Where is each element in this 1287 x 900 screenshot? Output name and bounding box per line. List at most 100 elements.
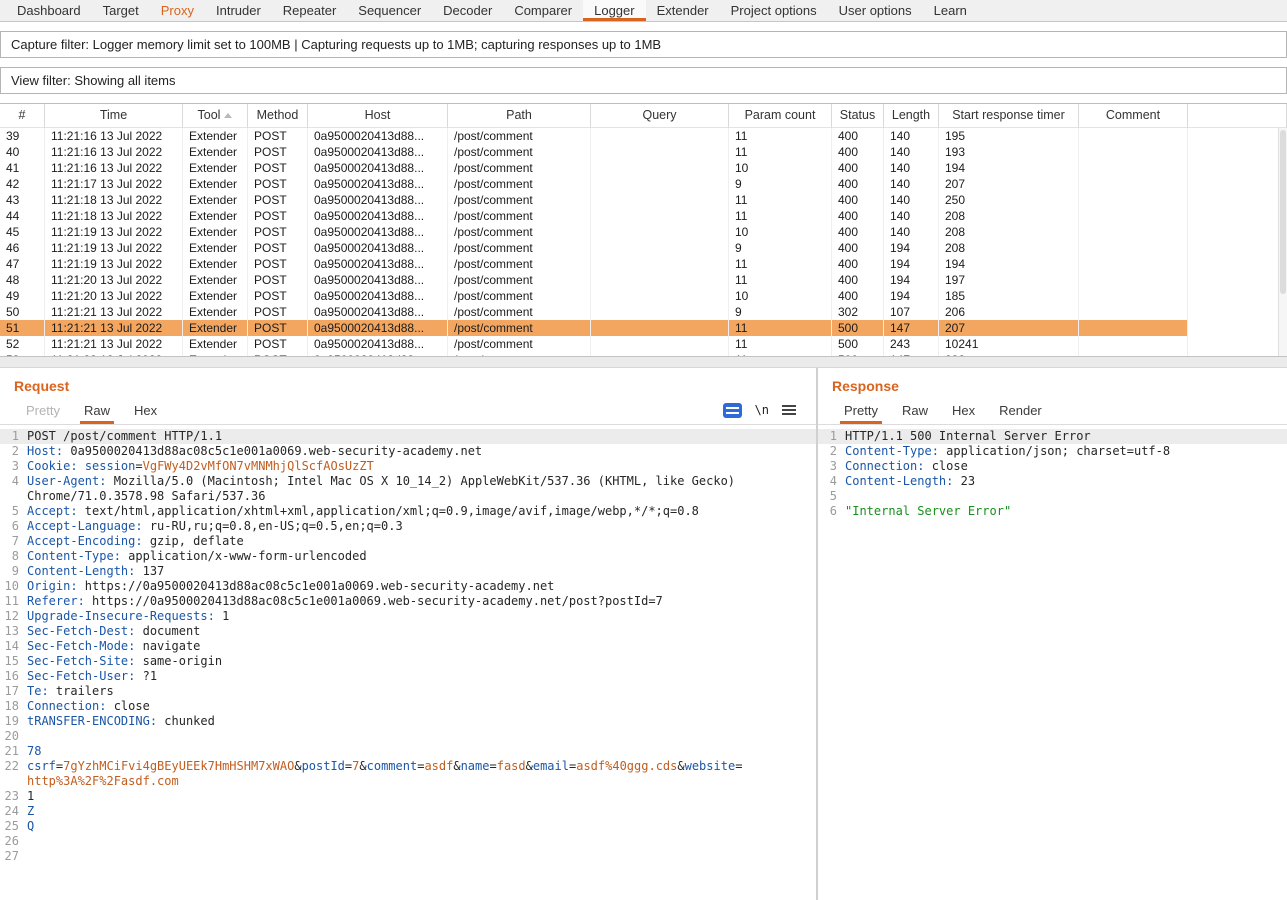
- column-header-comment[interactable]: Comment: [1079, 104, 1188, 128]
- request-panel: Request PrettyRawHex \n 1POST /post/comm…: [0, 368, 818, 900]
- line-content: Sec-Fetch-Dest: document: [27, 624, 212, 639]
- wrap-lines-icon[interactable]: [723, 403, 742, 418]
- table-row[interactable]: 4811:21:20 13 Jul 2022ExtenderPOST0a9500…: [0, 272, 1287, 288]
- tab-hex[interactable]: Hex: [940, 396, 987, 424]
- line-number: 4: [0, 474, 27, 504]
- table-row[interactable]: 5211:21:21 13 Jul 2022ExtenderPOST0a9500…: [0, 336, 1287, 352]
- view-filter-bar[interactable]: View filter: Showing all items: [0, 67, 1287, 94]
- horizontal-splitter[interactable]: [0, 356, 1287, 368]
- line-content: Q: [27, 819, 46, 834]
- line-content: Accept: text/html,application/xhtml+xml,…: [27, 504, 711, 519]
- newline-icon[interactable]: \n: [755, 403, 769, 417]
- line-number: 7: [0, 534, 27, 549]
- table-scrollbar[interactable]: [1278, 128, 1287, 356]
- tab-pretty[interactable]: Pretty: [14, 396, 72, 424]
- line-content: Sec-Fetch-User: ?1: [27, 669, 169, 684]
- column-header-status[interactable]: Status: [832, 104, 884, 128]
- line-content: HTTP/1.1 500 Internal Server Error: [845, 429, 1103, 444]
- tab-repeater[interactable]: Repeater: [272, 0, 347, 21]
- tab-dashboard[interactable]: Dashboard: [6, 0, 92, 21]
- menu-icon[interactable]: [782, 405, 796, 416]
- tab-comparer[interactable]: Comparer: [503, 0, 583, 21]
- column-header-host[interactable]: Host: [308, 104, 448, 128]
- table-row[interactable]: 4411:21:18 13 Jul 2022ExtenderPOST0a9500…: [0, 208, 1287, 224]
- editor-line: 11Referer: https://0a9500020413d88ac08c5…: [0, 594, 816, 609]
- line-content: Z: [27, 804, 46, 819]
- column-header-path[interactable]: Path: [448, 104, 591, 128]
- column-header-num[interactable]: #: [0, 104, 45, 128]
- capture-filter-bar[interactable]: Capture filter: Logger memory limit set …: [0, 31, 1287, 58]
- tab-intruder[interactable]: Intruder: [205, 0, 272, 21]
- capture-filter-text: Capture filter: Logger memory limit set …: [11, 37, 661, 52]
- table-row[interactable]: 4711:21:19 13 Jul 2022ExtenderPOST0a9500…: [0, 256, 1287, 272]
- line-content: Sec-Fetch-Mode: navigate: [27, 639, 212, 654]
- editor-line: 3Cookie: session=VgFWy4D2vMfON7vMNMhjQlS…: [0, 459, 816, 474]
- line-content: Cookie: session=VgFWy4D2vMfON7vMNMhjQlSc…: [27, 459, 386, 474]
- tab-raw[interactable]: Raw: [890, 396, 940, 424]
- tab-proxy[interactable]: Proxy: [150, 0, 205, 21]
- line-content: tRANSFER-ENCODING: chunked: [27, 714, 227, 729]
- tab-pretty[interactable]: Pretty: [832, 396, 890, 424]
- response-tab-row: PrettyRawHexRender: [818, 396, 1287, 425]
- table-row-selected[interactable]: 5111:21:21 13 Jul 2022ExtenderPOST0a9500…: [0, 320, 1287, 336]
- line-content: 78: [27, 744, 53, 759]
- column-header-length[interactable]: Length: [884, 104, 939, 128]
- table-row[interactable]: 4911:21:20 13 Jul 2022ExtenderPOST0a9500…: [0, 288, 1287, 304]
- line-content: [845, 489, 864, 504]
- table-row[interactable]: 5311:21:22 13 Jul 2022ExtenderPOST0a9500…: [0, 352, 1287, 356]
- line-content: Content-Type: application/x-www-form-url…: [27, 549, 379, 564]
- column-header-method[interactable]: Method: [248, 104, 308, 128]
- column-header-tool[interactable]: Tool: [183, 104, 248, 128]
- tab-project-options[interactable]: Project options: [720, 0, 828, 21]
- editor-line: 2Host: 0a9500020413d88ac08c5c1e001a0069.…: [0, 444, 816, 459]
- column-header-start-response-timer[interactable]: Start response timer: [939, 104, 1079, 128]
- editor-line: 4Content-Length: 23: [818, 474, 1287, 489]
- column-header-param-count[interactable]: Param count: [729, 104, 832, 128]
- response-editor[interactable]: 1HTTP/1.1 500 Internal Server Error2Cont…: [818, 425, 1287, 900]
- line-number: 2: [0, 444, 27, 459]
- table-row[interactable]: 5011:21:21 13 Jul 2022ExtenderPOST0a9500…: [0, 304, 1287, 320]
- tab-decoder[interactable]: Decoder: [432, 0, 503, 21]
- tab-logger[interactable]: Logger: [583, 0, 645, 21]
- line-number: 21: [0, 744, 27, 759]
- line-number: 27: [0, 849, 27, 864]
- line-content: Connection: close: [27, 699, 162, 714]
- request-tab-row: PrettyRawHex \n: [0, 396, 816, 425]
- tab-extender[interactable]: Extender: [646, 0, 720, 21]
- tab-raw[interactable]: Raw: [72, 396, 122, 424]
- table-row[interactable]: 4011:21:16 13 Jul 2022ExtenderPOST0a9500…: [0, 144, 1287, 160]
- tab-sequencer[interactable]: Sequencer: [347, 0, 432, 21]
- burp-logger-window: DashboardTargetProxyIntruderRepeaterSequ…: [0, 0, 1287, 900]
- message-editors: Request PrettyRawHex \n 1POST /post/comm…: [0, 368, 1287, 900]
- line-content: [27, 729, 46, 744]
- scrollbar-thumb[interactable]: [1280, 130, 1286, 294]
- editor-line: 19tRANSFER-ENCODING: chunked: [0, 714, 816, 729]
- editor-line: 2178: [0, 744, 816, 759]
- editor-line: 2Content-Type: application/json; charset…: [818, 444, 1287, 459]
- line-content: Te: trailers: [27, 684, 126, 699]
- view-filter-text: View filter: Showing all items: [11, 73, 176, 88]
- line-content: Content-Type: application/json; charset=…: [845, 444, 1182, 459]
- request-editor[interactable]: 1POST /post/comment HTTP/1.12Host: 0a950…: [0, 425, 816, 900]
- table-row[interactable]: 4511:21:19 13 Jul 2022ExtenderPOST0a9500…: [0, 224, 1287, 240]
- column-header-time[interactable]: Time: [45, 104, 183, 128]
- line-number: 17: [0, 684, 27, 699]
- table-row[interactable]: 3911:21:16 13 Jul 2022ExtenderPOST0a9500…: [0, 128, 1287, 144]
- tab-target[interactable]: Target: [92, 0, 150, 21]
- tab-learn[interactable]: Learn: [923, 0, 978, 21]
- logger-table: #TimeToolMethodHostPathQueryParam countS…: [0, 103, 1287, 356]
- line-content: Sec-Fetch-Site: same-origin: [27, 654, 234, 669]
- line-content: Accept-Language: ru-RU,ru;q=0.8,en-US;q=…: [27, 519, 415, 534]
- table-row[interactable]: 4211:21:17 13 Jul 2022ExtenderPOST0a9500…: [0, 176, 1287, 192]
- line-number: 1: [0, 429, 27, 444]
- editor-line: 13Sec-Fetch-Dest: document: [0, 624, 816, 639]
- tab-render[interactable]: Render: [987, 396, 1054, 424]
- line-number: 18: [0, 699, 27, 714]
- table-row[interactable]: 4111:21:16 13 Jul 2022ExtenderPOST0a9500…: [0, 160, 1287, 176]
- tab-user-options[interactable]: User options: [828, 0, 923, 21]
- column-header-query[interactable]: Query: [591, 104, 729, 128]
- tab-hex[interactable]: Hex: [122, 396, 169, 424]
- editor-line: 7Accept-Encoding: gzip, deflate: [0, 534, 816, 549]
- table-row[interactable]: 4311:21:18 13 Jul 2022ExtenderPOST0a9500…: [0, 192, 1287, 208]
- table-row[interactable]: 4611:21:19 13 Jul 2022ExtenderPOST0a9500…: [0, 240, 1287, 256]
